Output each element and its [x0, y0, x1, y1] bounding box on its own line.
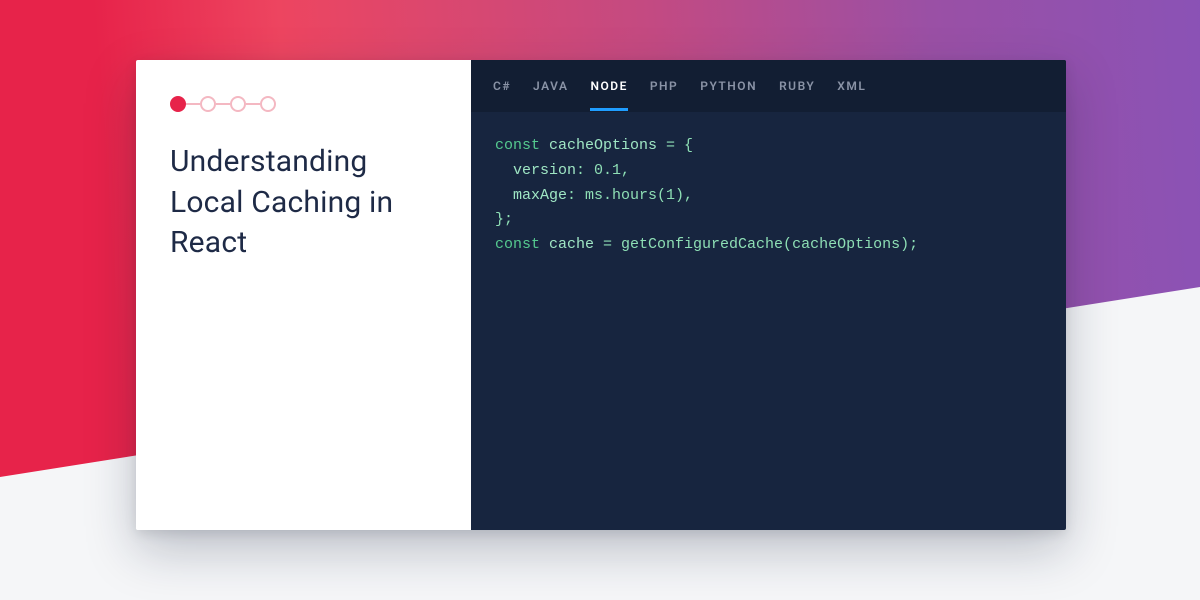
progress-step-dot [170, 96, 186, 112]
code-text: }; [495, 211, 513, 228]
progress-segment [216, 103, 230, 105]
code-text: : ms.hours(1), [567, 187, 693, 204]
progress-indicator [170, 96, 439, 112]
code-text: : 0.1, [576, 162, 630, 179]
language-tabs: C# JAVA NODE PHP PYTHON RUBY XML [471, 60, 1066, 112]
tab-node[interactable]: NODE [590, 61, 627, 111]
code-indent [495, 187, 513, 204]
code-pane: C# JAVA NODE PHP PYTHON RUBY XML const c… [471, 60, 1066, 530]
tab-php[interactable]: PHP [650, 61, 678, 111]
progress-step-dot [200, 96, 216, 112]
progress-segment [246, 103, 260, 105]
tab-java[interactable]: JAVA [533, 61, 568, 111]
tab-csharp[interactable]: C# [493, 61, 511, 111]
tab-ruby[interactable]: RUBY [779, 61, 815, 111]
code-text: = { [657, 137, 693, 154]
code-text: = getConfiguredCache(cacheOptions); [594, 236, 918, 253]
code-identifier: version [513, 162, 576, 179]
code-identifier: cache [549, 236, 594, 253]
tab-xml[interactable]: XML [837, 61, 866, 111]
code-identifier: cacheOptions [549, 137, 657, 154]
tab-python[interactable]: PYTHON [700, 61, 757, 111]
progress-segment [186, 103, 200, 105]
progress-step-dot [260, 96, 276, 112]
progress-step-dot [230, 96, 246, 112]
code-identifier: maxAge [513, 187, 567, 204]
code-keyword: const [495, 236, 549, 253]
code-indent [495, 162, 513, 179]
article-card: Understanding Local Caching in React C# … [136, 60, 1066, 530]
code-block: const cacheOptions = { version: 0.1, max… [471, 112, 1066, 280]
code-keyword: const [495, 137, 549, 154]
article-title: Understanding Local Caching in React [170, 142, 439, 264]
article-text-pane: Understanding Local Caching in React [136, 60, 471, 530]
